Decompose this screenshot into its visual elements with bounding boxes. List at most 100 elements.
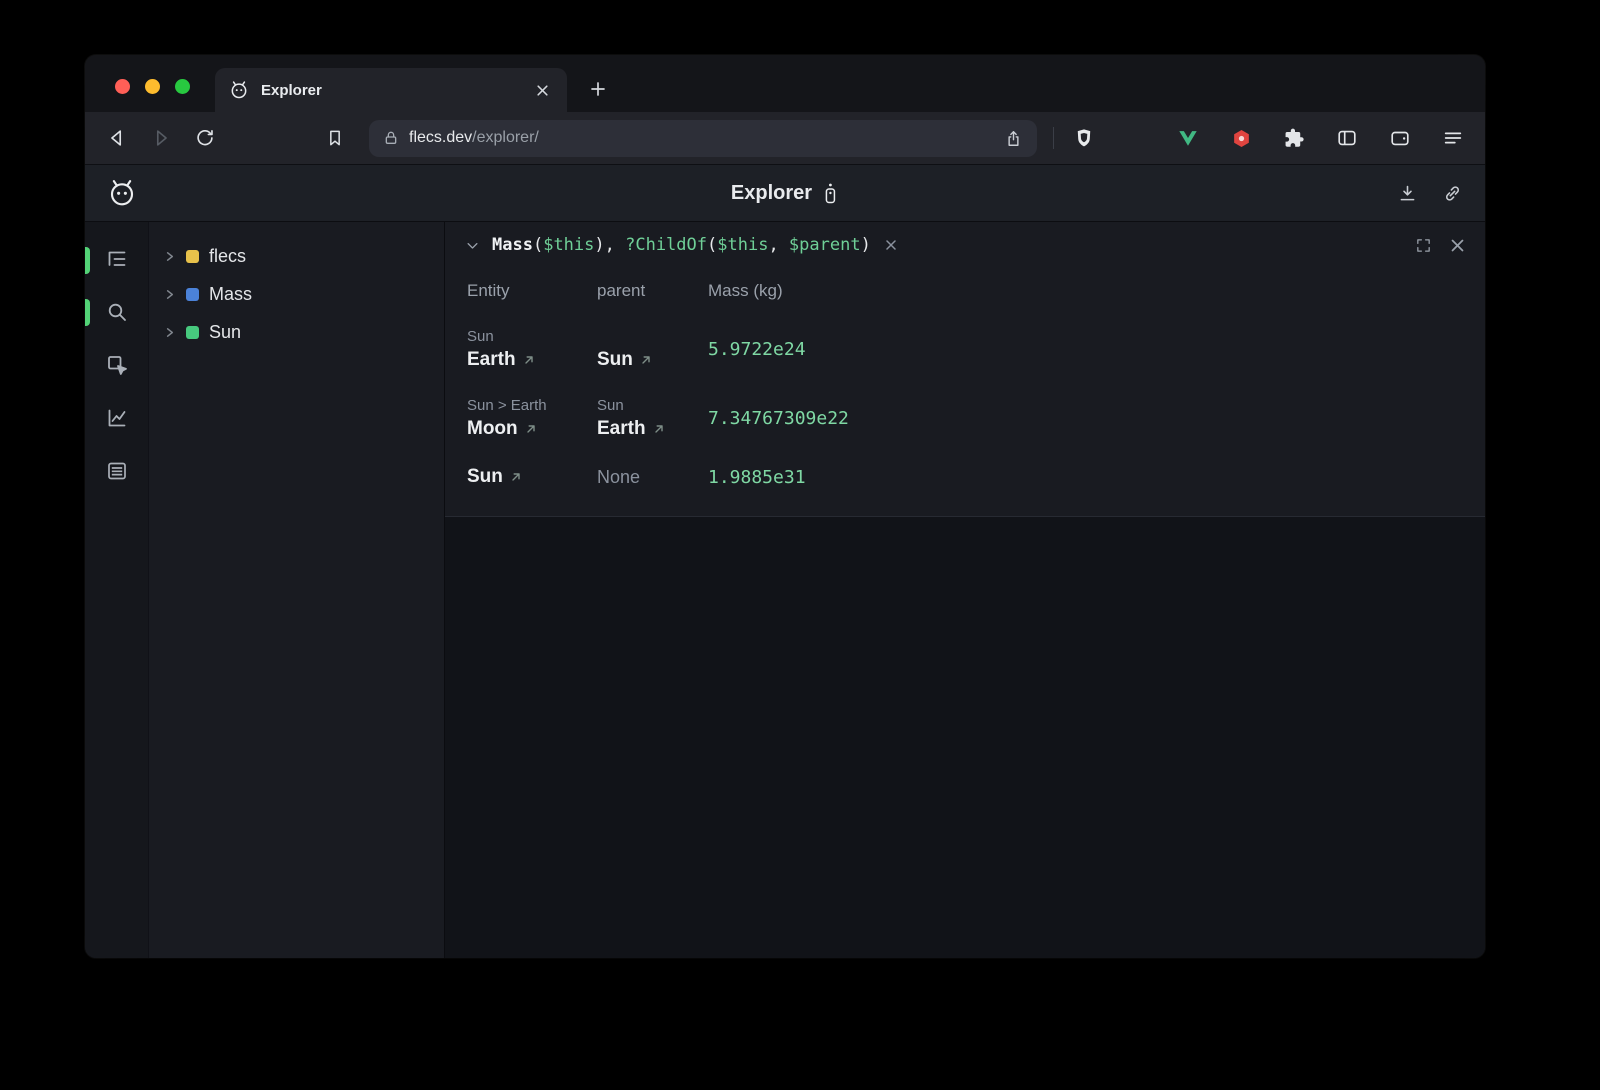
parent-link[interactable]: Earth	[597, 418, 708, 440]
share-icon[interactable]	[1004, 129, 1023, 148]
sidebar-item-charts[interactable]	[104, 405, 130, 431]
remote-icon	[822, 182, 839, 204]
query-term: ,	[768, 235, 788, 255]
tree-item-label: Sun	[209, 322, 241, 343]
column-header-mass: Mass (kg)	[708, 281, 1485, 301]
table-row: Sun Earth Sun 5.9722e24	[445, 314, 1485, 383]
new-tab-button[interactable]	[585, 76, 611, 102]
query-header: Mass($this), ?ChildOf($this, $parent)	[445, 222, 1485, 268]
column-header-parent: parent	[597, 281, 708, 301]
column-header-entity: Entity	[467, 281, 597, 301]
bookmark-icon[interactable]	[321, 124, 349, 152]
entity-link[interactable]: Earth	[467, 349, 597, 371]
url-text: flecs.dev/explorer/	[409, 129, 539, 147]
forward-button[interactable]	[147, 124, 175, 152]
download-icon[interactable]	[1397, 183, 1418, 204]
active-indicator	[85, 299, 90, 326]
query-variable: $parent	[789, 235, 861, 255]
flecs-logo-icon	[107, 178, 137, 208]
close-icon[interactable]	[1450, 238, 1465, 253]
external-link-icon	[510, 471, 522, 483]
tree-item-mass[interactable]: Mass	[149, 275, 444, 313]
table-header-row: Entity parent Mass (kg)	[445, 268, 1485, 314]
external-link-icon	[525, 423, 537, 435]
sidebar-toggle-icon[interactable]	[1333, 124, 1361, 152]
entity-link[interactable]: Moon	[467, 418, 597, 440]
back-button[interactable]	[103, 124, 131, 152]
clear-query-icon[interactable]	[885, 239, 897, 251]
reload-button[interactable]	[191, 124, 219, 152]
query-term: ?ChildOf	[625, 235, 707, 255]
page-title-group: Explorer	[731, 182, 839, 205]
tree-item-label: flecs	[209, 246, 246, 267]
entity-tree-panel: flecs Mass	[148, 222, 445, 958]
query-panel-empty-area	[445, 516, 1485, 958]
extensions-puzzle-icon[interactable]	[1280, 124, 1308, 152]
entity-link[interactable]: Sun	[467, 466, 597, 488]
tree-item-label: Mass	[209, 284, 252, 305]
flecs-favicon-icon	[229, 80, 249, 100]
hexagon-extension-icon[interactable]	[1227, 124, 1255, 152]
link-icon[interactable]	[1442, 183, 1463, 204]
query-expression[interactable]: Mass($this), ?ChildOf($this, $parent)	[492, 235, 871, 255]
entity-color-swatch	[186, 326, 199, 339]
tab-close-icon[interactable]	[531, 79, 553, 101]
entity-path: Sun > Earth	[467, 397, 597, 414]
icon-sidebar	[85, 222, 148, 958]
parent-name-label: Earth	[597, 418, 646, 440]
entity-name-label: Earth	[467, 349, 516, 371]
query-term: )	[861, 235, 871, 255]
chevron-right-icon[interactable]	[163, 288, 176, 301]
mass-value: 1.9885e31	[708, 467, 1485, 488]
expand-icon[interactable]	[1415, 237, 1432, 254]
browser-window: Explorer	[85, 55, 1485, 958]
sidebar-item-search[interactable]	[104, 299, 130, 325]
entity-cell: Sun	[467, 466, 597, 488]
component-color-swatch	[186, 288, 199, 301]
vue-devtools-icon[interactable]	[1174, 124, 1202, 152]
traffic-lights	[115, 79, 190, 94]
query-variable: $this	[717, 235, 768, 255]
parent-cell: None	[597, 467, 708, 488]
entity-path: Sun	[467, 328, 597, 345]
chevron-down-icon[interactable]	[465, 238, 480, 253]
entity-cell: Sun > Earth Moon	[467, 397, 597, 440]
query-term: (	[707, 235, 717, 255]
parent-cell: Sun Earth	[597, 397, 708, 440]
query-term: ),	[594, 235, 625, 255]
query-term: Mass	[492, 235, 533, 255]
external-link-icon	[653, 423, 665, 435]
page-header: Explorer	[85, 165, 1485, 222]
tab-title: Explorer	[261, 82, 322, 99]
sidebar-item-tables[interactable]	[104, 458, 130, 484]
menu-icon[interactable]	[1439, 124, 1467, 152]
mass-value: 5.9722e24	[708, 339, 1485, 360]
chevron-right-icon[interactable]	[163, 250, 176, 263]
page-title: Explorer	[731, 182, 812, 205]
query-results-table: Entity parent Mass (kg) Sun Earth	[445, 268, 1485, 516]
parent-name-label: Sun	[597, 349, 633, 371]
tree-item-sun[interactable]: Sun	[149, 313, 444, 351]
chevron-right-icon[interactable]	[163, 326, 176, 339]
sidebar-item-inspect[interactable]	[104, 352, 130, 378]
wallet-icon[interactable]	[1386, 124, 1414, 152]
module-color-swatch	[186, 250, 199, 263]
browser-tab-explorer[interactable]: Explorer	[215, 68, 567, 112]
query-term: (	[533, 235, 543, 255]
entity-cell: Sun Earth	[467, 328, 597, 371]
entity-name-label: Moon	[467, 418, 518, 440]
sidebar-item-entities[interactable]	[104, 246, 130, 272]
external-link-icon	[523, 354, 535, 366]
brave-shield-icon[interactable]	[1070, 124, 1098, 152]
zoom-window-button[interactable]	[175, 79, 190, 94]
url-bar[interactable]: flecs.dev/explorer/	[369, 120, 1037, 157]
external-link-icon	[640, 354, 652, 366]
close-window-button[interactable]	[115, 79, 130, 94]
extensions-area	[1174, 124, 1467, 152]
tab-strip: Explorer	[85, 55, 1485, 112]
page-content: flecs Mass	[85, 222, 1485, 958]
minimize-window-button[interactable]	[145, 79, 160, 94]
parent-cell: Sun	[597, 349, 708, 371]
tree-item-flecs[interactable]: flecs	[149, 237, 444, 275]
parent-link[interactable]: Sun	[597, 349, 708, 371]
